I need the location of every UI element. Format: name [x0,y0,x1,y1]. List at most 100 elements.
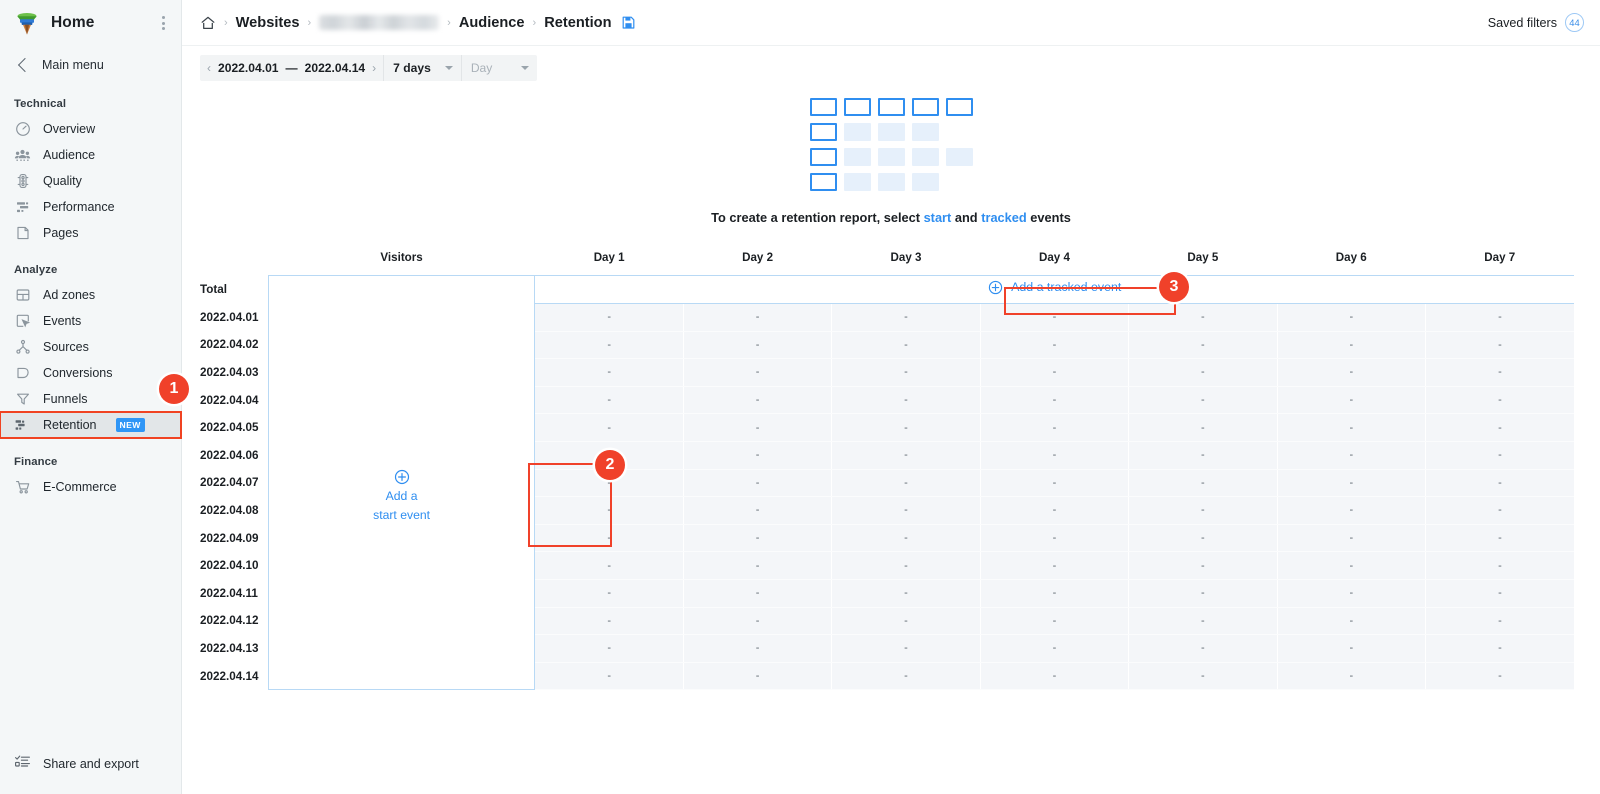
illustration-cell-outline [809,98,837,116]
data-cell: - [1425,413,1574,442]
sidebar-item-performance[interactable]: Performance [0,194,181,220]
data-cell: - [980,607,1130,636]
row-label-date: 2022.04.13 [200,641,259,655]
data-cell: - [1425,579,1574,608]
data-cell: - [831,441,981,470]
breadcrumb-websites[interactable]: Websites [236,15,300,31]
illustration-cell-outline [843,98,871,116]
data-cell: - [1425,634,1574,663]
sidebar-item-label: Retention [43,418,97,432]
data-cell: - [683,551,833,580]
data-cell: - [1425,607,1574,636]
data-cell: - [980,524,1130,553]
data-cell: - [1277,579,1426,608]
data-cell: - [980,441,1130,470]
col-header-date [200,251,268,276]
data-cell: - [683,524,833,553]
data-cell: - [1277,331,1426,360]
sidebar-item-retention[interactable]: Retention NEW [0,411,182,439]
annotation-marker-2: 2 [595,450,625,480]
sidebar-item-label: Sources [43,340,89,354]
data-cell: - [683,496,833,525]
period-select[interactable]: 7 days [383,55,461,81]
data-cell: - [831,469,981,498]
row-label-date: 2022.04.12 [200,614,259,628]
table-header-row: Visitors Day 1 Day 2 Day 3 Day 4 Day 5 D… [200,251,1574,276]
data-cell: - [1425,358,1574,387]
sidebar-main-menu[interactable]: Main menu [0,50,181,80]
data-cell: - [1277,524,1426,553]
add-tracked-event-cell[interactable]: Add a tracked event [534,275,1574,304]
retention-table: Visitors Day 1 Day 2 Day 3 Day 4 Day 5 D… [200,251,1574,691]
granularity-select[interactable]: Day [460,55,537,81]
granularity-select-value: Day [470,61,493,75]
date-range-picker[interactable]: ‹ 2022.04.01 — 2022.04.14 › [200,61,383,75]
kebab-menu-icon[interactable] [155,15,171,31]
empty-text-prefix: To create a retention report, select [711,210,920,225]
row-label-total: Total [200,283,228,296]
col-header-day-2: Day 2 [742,251,774,264]
data-cell: - [831,551,981,580]
save-report-icon[interactable] [621,15,636,30]
sidebar-item-conversions[interactable]: Conversions [0,360,181,386]
total-visitors-cell[interactable] [267,275,536,304]
share-export-icon [14,753,31,774]
breadcrumb-retention[interactable]: Retention [544,15,611,31]
sidebar-item-events[interactable]: Events [0,308,181,334]
breadcrumb-separator: › [447,16,451,29]
sidebar-item-audience[interactable]: Audience [0,142,181,168]
illustration-row [809,148,973,166]
retention-table-wrapper: Visitors Day 1 Day 2 Day 3 Day 4 Day 5 D… [182,251,1600,691]
sidebar-item-overview[interactable]: Overview [0,116,181,142]
data-cell: - [1425,441,1574,470]
add-tracked-event-button[interactable]: Add a tracked event [988,280,1121,295]
breadcrumb-audience[interactable]: Audience [459,15,525,31]
add-start-event-button[interactable]: Add a start event [373,469,430,523]
link-tracked-event[interactable]: tracked [981,210,1027,225]
empty-state: To create a retention report, select sta… [182,98,1600,225]
sidebar-item-ad-zones[interactable]: Ad zones [0,282,181,308]
data-cell: - [980,469,1130,498]
sidebar-item-label: Performance [43,200,115,214]
col-header-day-5: Day 5 [1187,251,1219,264]
illustration-cell-filled [911,148,939,166]
conversion-icon [14,365,31,382]
data-cell: - [1128,662,1278,691]
col-header-day-1: Day 1 [593,251,625,264]
data-cell: - [980,386,1130,415]
add-start-event-label-line1: Add a [385,489,418,504]
sidebar-item-label: Audience [43,148,96,162]
data-cell: - [980,303,1130,332]
breadcrumb-separator: › [307,16,312,29]
sidebar-item-sources[interactable]: Sources [0,334,181,360]
empty-text-suffix: events [1030,210,1071,225]
row-label-date: 2022.04.09 [200,531,259,545]
sidebar-item-pages[interactable]: Pages [0,220,181,246]
sidebar-item-e-commerce[interactable]: E-Commerce [0,474,181,500]
data-cell: - [683,413,833,442]
data-cell: - [534,662,684,691]
chevron-left-icon[interactable]: ‹ [207,62,211,74]
sidebar-main-menu-label: Main menu [42,58,104,72]
row-label-date: 2022.04.05 [200,421,259,435]
annotation-marker-1: 1 [159,374,189,404]
sidebar-item-quality[interactable]: Quality [0,168,181,194]
add-tracked-event-label: Add a tracked event [1011,280,1122,294]
page-icon [14,225,31,242]
main-content: › Websites › › Audience › Retention Save… [182,0,1600,794]
breadcrumb-site-masked[interactable] [319,15,440,30]
chevron-right-icon[interactable]: › [372,62,376,74]
data-cell: - [534,551,684,580]
saved-filters-button[interactable]: Saved filters 44 [1488,13,1584,32]
illustration-cell-outline [809,148,837,166]
sidebar-share-and-export[interactable]: Share and export [0,753,181,774]
data-cell: - [1128,607,1278,636]
data-cell: - [534,579,684,608]
sidebar-item-funnels[interactable]: Funnels [0,386,181,412]
add-start-event-cell[interactable]: Add a start event [267,303,536,691]
empty-text-and: and [954,210,978,225]
funnel-icon [14,391,31,408]
link-start-event[interactable]: start [924,210,952,225]
data-cell: - [980,579,1130,608]
home-icon[interactable] [200,15,216,31]
